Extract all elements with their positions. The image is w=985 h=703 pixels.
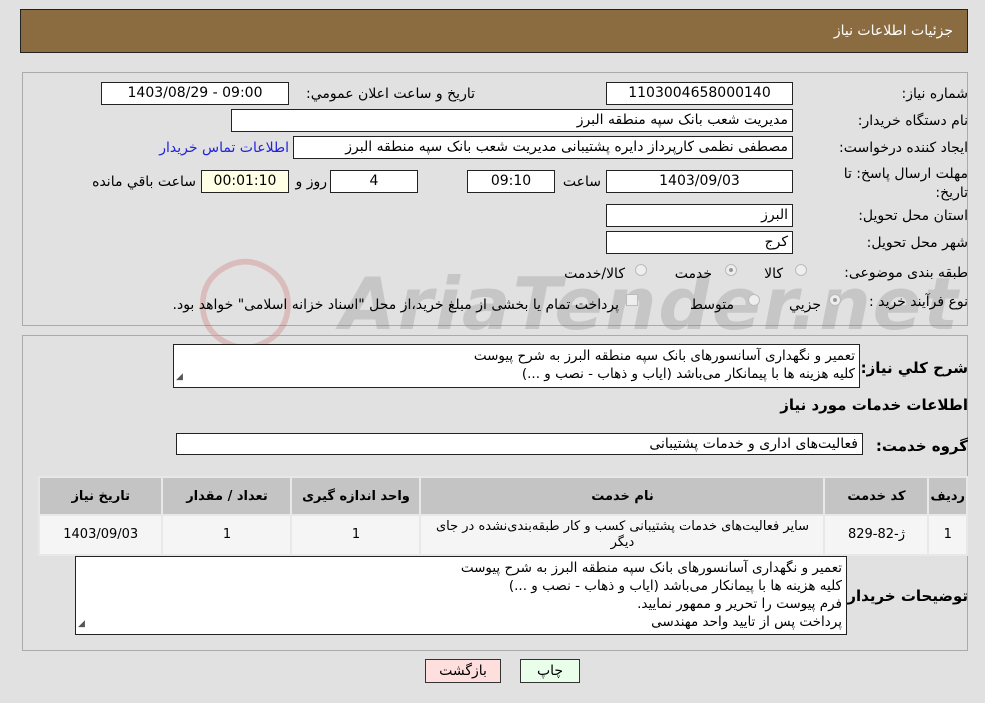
col-unit: واحد اندازه گیری (290, 476, 422, 516)
remaining-label: ساعت باقي مانده (92, 174, 196, 190)
category-option-goods-service: کالا/خدمت (564, 266, 625, 282)
buyer-notes-textarea[interactable]: تعمیر و نگهداری آسانسورهای بانک سپه منطق… (75, 556, 847, 635)
page-header: جزئیات اطلاعات نیاز (20, 9, 968, 53)
category-option-service: خدمت (674, 266, 712, 282)
cell-service-name: سایر فعالیت‌های خدمات پشتیبانی کسب و کار… (419, 514, 826, 556)
process-option-medium: متوسط (690, 297, 734, 313)
cell-need-date: 1403/09/03 (37, 514, 164, 556)
city-field: کرج (606, 231, 793, 254)
deadline-time-field: 09:10 (467, 170, 555, 193)
announce-label: تاریخ و ساعت اعلان عمومي: (306, 86, 475, 102)
services-table-wrap: ردیف کد خدمت نام خدمت واحد اندازه گیری ت… (37, 476, 968, 556)
service-group-field: فعالیت‌های اداری و خدمات پشتیبانی (176, 433, 863, 455)
cell-unit: 1 (290, 514, 422, 556)
treasury-payment-checkbox[interactable] (626, 294, 638, 306)
summary-line: تعمیر و نگهداری آسانسورهای بانک سپه منطق… (473, 348, 855, 364)
creator-field: مصطفی نظمی کارپرداز دایره پشتیبانی مدیری… (293, 136, 793, 159)
process-label: نوع فرآیند خرید : (869, 294, 968, 310)
deadline-date-field: 1403/09/03 (606, 170, 793, 193)
category-label: طبقه بندی موضوعی: (844, 265, 968, 281)
deadline-label: مهلت ارسال پاسخ: تا تاریخ: (843, 166, 968, 201)
need-number-field: 1103004658000140 (606, 82, 793, 105)
payment-note: پرداخت تمام یا بخشی از مبلغ خرید،از محل … (172, 297, 619, 313)
col-service-code: کد خدمت (823, 476, 930, 516)
remaining-time-field: 00:01:10 (201, 170, 289, 193)
creator-label: ایجاد کننده درخواست: (839, 140, 968, 156)
process-radio-medium[interactable] (748, 294, 760, 306)
resize-grip-icon[interactable]: ◢ (176, 368, 183, 386)
resize-grip-icon[interactable]: ◢ (78, 615, 85, 633)
buyer-org-field: مدیریت شعب بانک سپه منطقه البرز (231, 109, 793, 132)
col-quantity: تعداد / مقدار (161, 476, 293, 516)
buyer-notes-line: تعمیر و نگهداری آسانسورهای بانک سپه منطق… (460, 560, 842, 576)
buyer-notes-line: پرداخت پس از تایید واحد مهندسی (651, 614, 842, 630)
summary-line: کلیه هزینه ها با پیمانکار می‌باشد (ایاب … (521, 366, 855, 382)
cell-quantity: 1 (161, 514, 293, 556)
category-radio-goods[interactable] (795, 264, 807, 276)
services-section-title: اطلاعات خدمات مورد نیاز (780, 396, 968, 414)
page-title: جزئیات اطلاعات نیاز (833, 23, 953, 39)
cell-row-number: 1 (927, 514, 968, 556)
summary-label: شرح کلي نیاز: (860, 359, 968, 377)
print-button[interactable]: چاپ (520, 659, 580, 683)
province-label: استان محل تحویل: (858, 208, 968, 224)
col-service-name: نام خدمت (419, 476, 826, 516)
buyer-notes-label: توضیحات خریدار: (841, 587, 968, 605)
cell-service-code: ژ-82-829 (823, 514, 930, 556)
summary-textarea[interactable]: تعمیر و نگهداری آسانسورهای بانک سپه منطق… (173, 344, 860, 388)
process-option-minor: جزيي (789, 297, 821, 313)
back-button[interactable]: بازگشت (425, 659, 501, 683)
col-need-date: تاریخ نیاز (37, 476, 164, 516)
services-table: ردیف کد خدمت نام خدمت واحد اندازه گیری ت… (37, 476, 968, 556)
table-header-row: ردیف کد خدمت نام خدمت واحد اندازه گیری ت… (37, 476, 968, 516)
announce-field: 1403/08/29 - 09:00 (101, 82, 289, 105)
category-radio-goods-service[interactable] (635, 264, 647, 276)
days-label: روز و (295, 174, 328, 190)
deadline-time-label: ساعت (562, 174, 601, 190)
table-row: 1 ژ-82-829 سایر فعالیت‌های خدمات پشتیبان… (37, 514, 968, 556)
service-group-label: گروه خدمت: (875, 437, 968, 455)
col-row-number: ردیف (927, 476, 968, 516)
need-number-label: شماره نیاز: (901, 86, 969, 102)
buyer-notes-line: فرم پیوست را تحریر و ممهور نمایید. (637, 596, 842, 612)
city-label: شهر محل تحویل: (866, 235, 968, 251)
category-option-goods: کالا (764, 266, 783, 282)
days-field: 4 (330, 170, 418, 193)
province-field: البرز (606, 204, 793, 227)
buyer-notes-line: کلیه هزینه ها با پیمانکار می‌باشد (ایاب … (508, 578, 842, 594)
buyer-contact-link[interactable]: اطلاعات تماس خریدار (159, 140, 289, 156)
category-radio-service[interactable] (725, 264, 737, 276)
buyer-org-label: نام دستگاه خریدار: (857, 113, 968, 129)
process-radio-minor[interactable] (829, 294, 841, 306)
